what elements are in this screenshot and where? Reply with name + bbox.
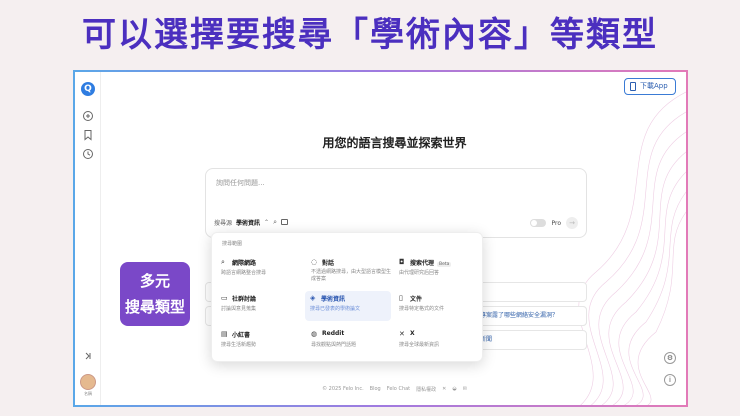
expand-sidebar-icon[interactable]	[82, 350, 94, 362]
scope-option-desc: 不透過網路搜尋，由大型語言模型生成答案	[311, 269, 392, 282]
attach-icon[interactable]: ⌕	[273, 218, 277, 227]
settings-gear-icon[interactable]: ⚙	[664, 352, 676, 364]
x-logo-icon: ✕	[399, 330, 405, 338]
scope-option-label: 對話	[322, 260, 335, 267]
suggested-question[interactable]: 專案露了哪些網絡安全漏洞？	[475, 306, 587, 326]
discord-icon[interactable]: ◒	[452, 386, 456, 393]
app-window: Q 名稱 下載App 用您的語言搜尋並探索世界 詢問任何問題... 搜尋源 學術…	[73, 70, 688, 407]
robot-icon: ◘	[399, 258, 405, 266]
scope-option-label: X	[410, 330, 415, 337]
page-headline: 用您的語言搜尋並探索世界	[322, 136, 467, 150]
new-chat-icon[interactable]	[82, 110, 94, 122]
x-social-icon[interactable]: ✕	[442, 386, 446, 393]
book-icon: ▤	[221, 330, 228, 338]
scope-option-label: 小紅書	[232, 332, 251, 339]
comment-icon: ▭	[221, 294, 228, 302]
image-icon[interactable]	[280, 219, 288, 225]
search-scope-row: 搜尋源 學術資訊 ⌃ ⌕	[214, 216, 288, 228]
scope-option-label-text: 搜索代理	[410, 260, 435, 267]
footer-link-privacy[interactable]: 隱私權政	[416, 386, 436, 393]
app-logo-icon[interactable]: Q	[81, 82, 95, 96]
scope-option-desc: 尋找觀點與熱門話題	[311, 342, 357, 348]
footer: © 2025 Felo Inc. Blog Felo Chat 隱私權政 ✕ ◒…	[101, 386, 686, 393]
phone-icon	[630, 82, 636, 91]
scope-option-desc: 搜尋生活新趨勢	[221, 342, 257, 348]
download-app-label: 下載App	[640, 82, 668, 90]
avatar-label: 名稱	[84, 391, 92, 396]
left-rail: Q 名稱	[75, 72, 101, 405]
scope-option-label: 學術資訊	[321, 296, 346, 303]
sticker-line-1: 多元	[139, 272, 170, 290]
bookmark-icon[interactable]	[82, 129, 94, 141]
scope-option-academic[interactable]: ◈ 學術資訊 搜尋已發表的學術論文	[305, 291, 391, 321]
decorative-waves	[578, 91, 686, 405]
scope-option-xiaohongshu[interactable]: ▤ 小紅書 搜尋生活新趨勢	[216, 327, 302, 357]
scope-selector[interactable]: 學術資訊	[236, 218, 260, 227]
scope-option-reddit[interactable]: ◍ Reddit 尋找觀點與熱門話題	[306, 327, 392, 357]
footer-link-blog[interactable]: Blog	[370, 386, 381, 393]
scope-option-agent[interactable]: ◘ 搜索代理 Beta 由代理研究后回答	[394, 255, 480, 285]
download-app-button[interactable]: 下載App	[624, 78, 676, 95]
scope-option-label: 社群討論	[232, 296, 257, 303]
scope-option-document[interactable]: ▯ 文件 搜尋特定格式的文件	[394, 291, 480, 321]
promo-title: 可以選擇要搜尋「學術內容」等類型	[82, 15, 658, 55]
pro-toggle-row: Pro →	[530, 217, 578, 229]
promo-sticker: 多元 搜尋類型	[120, 262, 190, 326]
dropdown-title: 搜尋範圍	[222, 241, 243, 247]
footer-copyright: © 2025 Felo Inc.	[322, 386, 364, 392]
scope-option-chat[interactable]: ◌ 對話 不透過網路搜尋，由大型語言模型生成答案	[306, 255, 392, 285]
document-icon: ▯	[399, 294, 403, 302]
scope-option-label: 網際網路	[232, 260, 257, 267]
search-icon: ⌕	[221, 258, 225, 266]
scope-option-label: 文件	[410, 296, 423, 303]
chat-icon: ◌	[311, 258, 318, 266]
scope-option-web[interactable]: ⌕ 網際網路 跨語言網路整合搜尋	[216, 255, 302, 285]
scope-option-desc: 跨語言網路整合搜尋	[221, 270, 267, 276]
scope-option-desc: 搜尋已發表的學術論文	[310, 306, 361, 312]
mail-icon[interactable]: ✉	[463, 386, 467, 393]
scope-option-label: Reddit	[322, 330, 345, 337]
scope-option-desc: 討論與意見蒐集	[221, 306, 257, 312]
graduation-cap-icon: ◈	[310, 294, 316, 302]
reddit-icon: ◍	[311, 330, 318, 338]
search-box[interactable]: 詢問任何問題... 搜尋源 學術資訊 ⌃ ⌕ Pro →	[205, 168, 587, 238]
scope-option-x[interactable]: ✕ X 搜尋全球最新資訊	[394, 327, 480, 357]
pro-toggle[interactable]	[530, 219, 547, 227]
search-scope-dropdown: 搜尋範圍 ⌕ 網際網路 跨語言網路整合搜尋 ◌ 對話 不透過網路搜尋，由大型語言…	[211, 232, 483, 362]
scope-prefix: 搜尋源	[214, 219, 233, 227]
pro-label: Pro	[551, 219, 561, 227]
scope-option-desc: 搜尋全球最新資訊	[399, 342, 440, 348]
scope-option-desc: 搜尋特定格式的文件	[399, 306, 445, 312]
beta-badge: Beta	[437, 262, 452, 267]
info-icon[interactable]: i	[664, 374, 676, 386]
history-icon[interactable]	[82, 148, 94, 160]
search-input[interactable]: 詢問任何問題...	[216, 178, 265, 188]
scope-option-label: 搜索代理 Beta	[410, 258, 452, 267]
footer-link-chat[interactable]: Felo Chat	[387, 386, 410, 393]
avatar[interactable]	[80, 374, 96, 390]
sticker-line-2: 搜尋類型	[124, 298, 185, 316]
chevron-up-icon[interactable]: ⌃	[264, 219, 269, 226]
suggested-question[interactable]: 新聞	[475, 330, 587, 350]
send-arrow-icon[interactable]: →	[566, 217, 578, 229]
scope-option-desc: 由代理研究后回答	[399, 270, 440, 276]
scope-option-community[interactable]: ▭ 社群討論 討論與意見蒐集	[216, 291, 302, 321]
